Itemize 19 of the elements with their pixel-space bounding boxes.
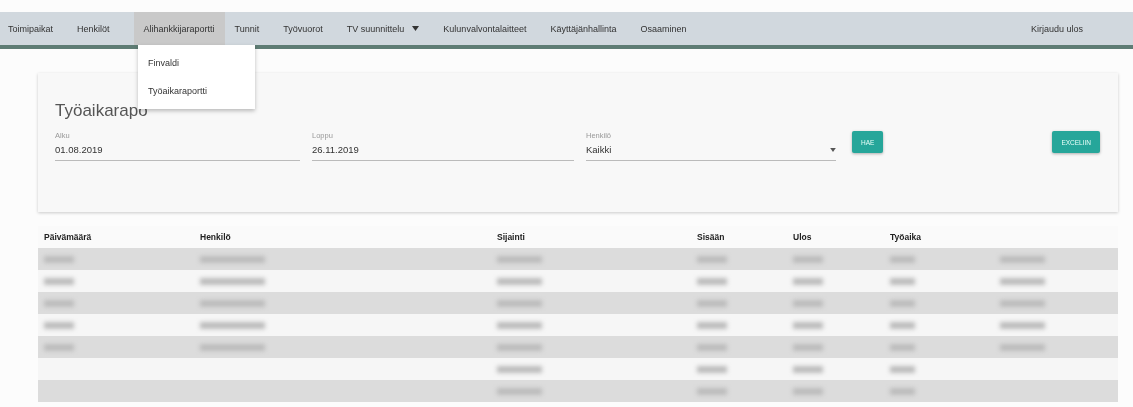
column-header: Päivämäärä: [44, 232, 93, 242]
nav-item[interactable]: Työvuorot: [283, 12, 323, 45]
menu-item[interactable]: Finvaldi: [138, 49, 255, 77]
column-header: Sisään: [697, 232, 726, 242]
nav-item[interactable]: Toimipaikat: [8, 12, 54, 45]
nav-item[interactable]: Kulunvalvontalaitteet: [443, 12, 527, 45]
nav-item[interactable]: Osaaminen: [640, 12, 687, 45]
nav-item[interactable]: Käyttäjänhallinta: [550, 12, 617, 45]
column-header: Työaika: [890, 232, 923, 242]
nav-item[interactable]: Alihankkijaraportti: [133, 12, 225, 45]
column-header: Ulos: [793, 232, 813, 242]
nav-item[interactable]: Tunnit: [234, 12, 260, 45]
column-header: Sijainti: [497, 232, 526, 242]
nav-item[interactable]: TV suunnittelu: [346, 12, 420, 45]
logout-link[interactable]: Kirjaudu ulos: [1030, 23, 1083, 34]
nav-item[interactable]: Henkilöt: [77, 12, 110, 45]
caret-icon: [412, 26, 420, 31]
caret-icon: [830, 147, 836, 152]
column-header: Henkilö: [200, 232, 232, 242]
